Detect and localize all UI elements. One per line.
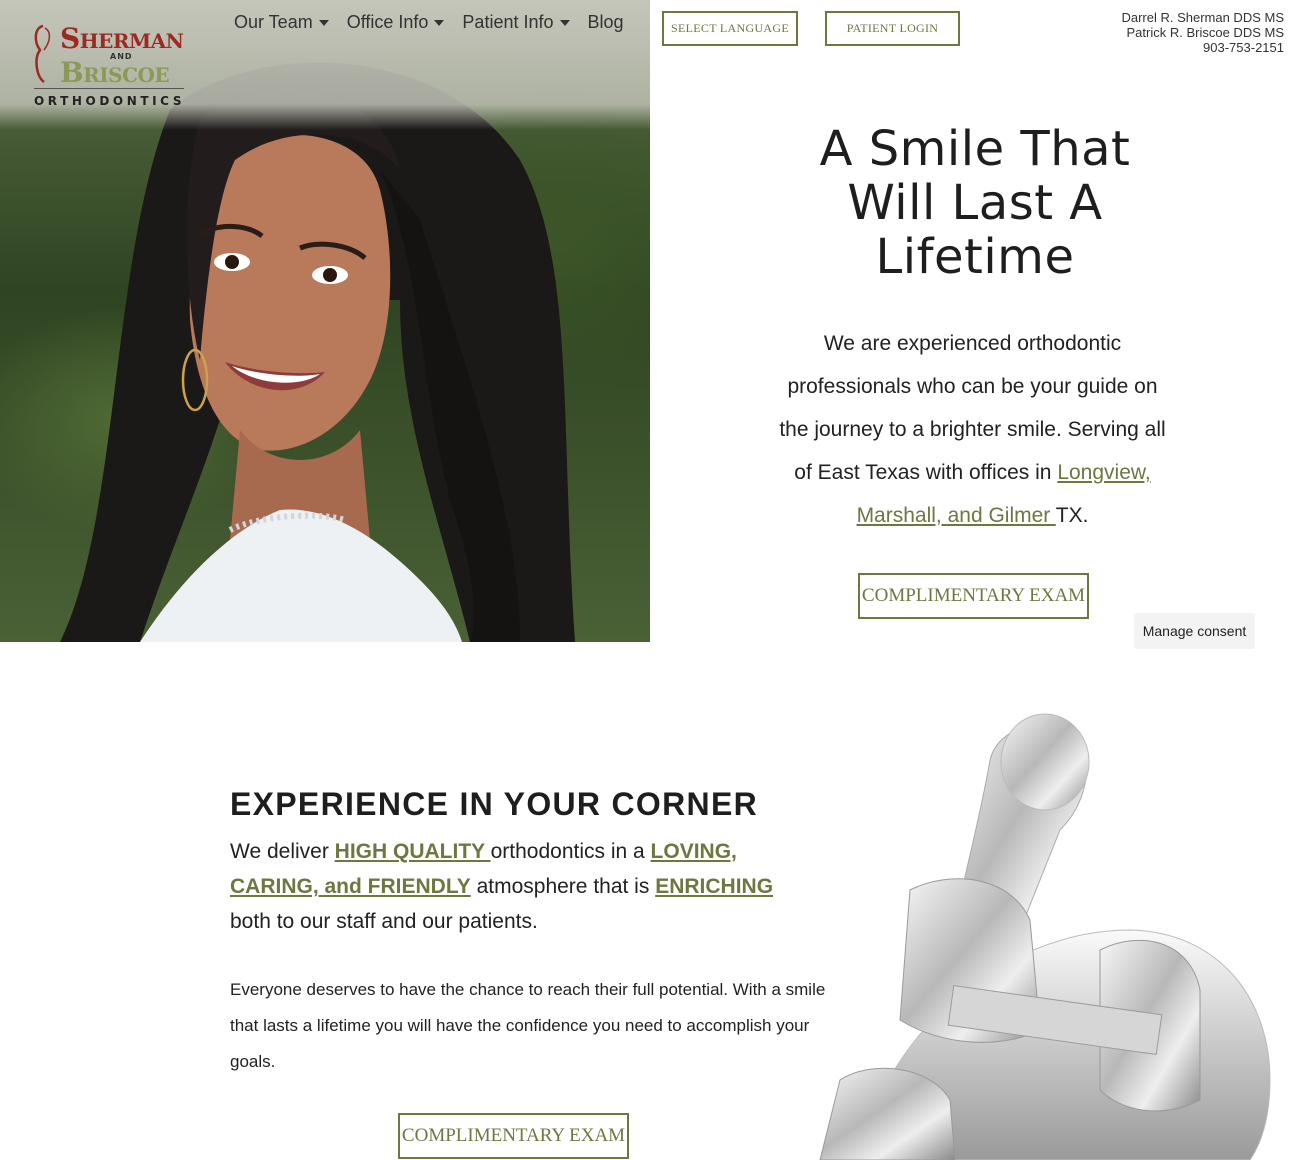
phone-number[interactable]: 903-753-2151 [1121, 40, 1284, 55]
intro-text: both to our staff and our patients. [230, 910, 538, 933]
experience-heading: EXPERIENCE IN YOUR CORNER [230, 786, 758, 822]
caret-down-icon [559, 19, 570, 26]
nav-item-label: Our Team [234, 12, 313, 32]
intro-text: atmosphere that is [470, 875, 656, 898]
nav-item-our-team[interactable]: Our Team [234, 12, 329, 33]
nav-item-label: Blog [587, 12, 624, 32]
experience-body: Everyone deserves to have the chance to … [230, 980, 826, 1071]
nav-item-label: Office Info [346, 12, 429, 32]
logo-divider [34, 88, 184, 89]
experience-intro: We deliver HIGH QUALITY orthodontics in … [230, 834, 810, 939]
hero-copy: We are experienced orthodontic professio… [770, 322, 1175, 537]
nav-item-blog[interactable]: Blog [588, 12, 624, 33]
enriching-link[interactable]: ENRICHING [655, 875, 773, 898]
patient-login-button[interactable]: PATIENT LOGIN [825, 11, 960, 46]
nav-item-office-info[interactable]: Office Info [347, 12, 445, 33]
high-quality-link[interactable]: HIGH QUALITY [335, 840, 491, 863]
select-language-button[interactable]: SELECT LANGUAGE [662, 11, 798, 46]
orthodontic-bracket-image [819, 713, 1271, 1160]
logo-name-bottom: Briscoe [60, 56, 170, 89]
doctor-info: Darrel R. Sherman DDS MS Patrick R. Bris… [1121, 10, 1284, 55]
nav-item-patient-info[interactable]: Patient Info [462, 12, 570, 33]
site-logo[interactable]: Sherman AND Briscoe ORTHODONTICS [30, 22, 190, 112]
logo-tagline: ORTHODONTICS [34, 94, 186, 108]
tooth-logo-icon [34, 24, 51, 83]
main-nav: Our Team Office Info Patient Info Blog [234, 12, 624, 33]
hero-copy-suffix: TX. [1055, 504, 1089, 527]
caret-down-icon [318, 19, 329, 26]
complimentary-exam-button[interactable]: COMPLIMENTARY EXAM [858, 573, 1089, 619]
hero-title: A Smile That Will Last A Lifetime [819, 121, 1131, 285]
complimentary-exam-button[interactable]: COMPLIMENTARY EXAM [398, 1113, 629, 1159]
nav-item-label: Patient Info [462, 12, 554, 32]
doctor-name: Patrick R. Briscoe DDS MS [1126, 25, 1284, 40]
manage-consent-button[interactable]: Manage consent [1134, 613, 1255, 649]
doctor-name: Darrel R. Sherman DDS MS [1121, 10, 1284, 25]
intro-text: We deliver [230, 840, 335, 863]
logo-name-top: Sherman [60, 22, 184, 55]
intro-text: orthodontics in a [490, 840, 651, 863]
caret-down-icon [434, 19, 445, 26]
